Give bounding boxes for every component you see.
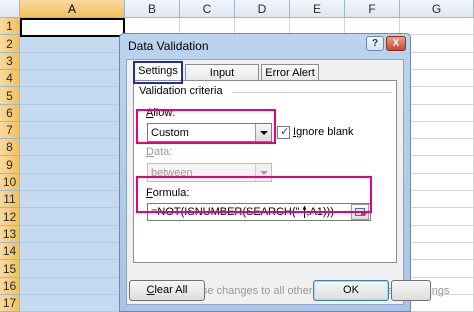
row-header-5[interactable]: 5 [0,87,20,105]
cell[interactable] [20,191,125,208]
data-label: Data: [146,146,173,158]
checkmark-icon: ✓ [280,126,290,138]
active-cell-a1[interactable] [20,18,125,37]
data-dropdown-button[interactable] [255,164,271,181]
column-header-d[interactable]: D [235,0,290,18]
cell[interactable] [20,295,125,312]
cell[interactable] [400,139,474,156]
help-button[interactable]: ? [366,36,384,51]
cell[interactable] [20,87,125,105]
row-header-15[interactable]: 15 [0,260,20,278]
cell[interactable] [20,53,125,70]
row-header-10[interactable]: 10 [0,174,20,191]
tab-error-alert[interactable]: Error Alert [261,64,319,81]
tab-input-message[interactable]: Input Message [185,64,259,95]
column-header-f[interactable]: F [345,0,400,18]
chevron-down-icon [260,171,268,175]
cell[interactable] [400,156,474,174]
clear-all-button[interactable]: Clear All [129,280,205,301]
cell[interactable] [400,260,474,278]
row-header-13[interactable]: 13 [0,226,20,243]
cell[interactable] [400,191,474,208]
dialog-title: Data Validation [128,39,209,53]
ignore-blank-label[interactable]: Ignore blank [293,126,354,138]
allow-dropdown[interactable]: Custom [147,123,272,142]
row-header-1[interactable]: 1 [0,18,20,35]
cell[interactable] [400,105,474,122]
column-header-a[interactable]: A [20,0,125,18]
tab-settings[interactable]: Settings [133,62,183,81]
row-header-6[interactable]: 6 [0,105,20,122]
data-validation-dialog: Data Validation ? X Settings Input Messa… [119,33,450,312]
range-select-icon-arrow [361,211,366,215]
formula-input[interactable]: =NOT(ISNUMBER(SEARCH(" ",A1))) [147,203,371,221]
row-header-3[interactable]: 3 [0,53,20,70]
allow-label: Allow: [146,107,176,119]
validation-criteria-label: Validation criteria [139,85,223,97]
column-header-e[interactable]: E [290,0,345,18]
close-button[interactable]: X [386,36,406,51]
dialog-titlebar[interactable]: Data Validation ? X [120,34,410,58]
cell[interactable] [400,174,474,191]
collapse-dialog-button[interactable] [351,204,369,220]
settings-panel: Validation criteria Allow: Custom ✓ Igno… [133,80,397,263]
cell[interactable] [20,278,125,295]
cell[interactable] [400,243,474,260]
row-header-12[interactable]: 12 [0,208,20,226]
allow-dropdown-value: Custom [151,127,189,139]
row-header-9[interactable]: 9 [0,156,20,174]
data-dropdown-value: between [151,167,193,179]
allow-dropdown-button[interactable] [255,124,271,141]
formula-label: Formula: [146,187,190,199]
close-icon: X [392,38,400,49]
cell[interactable] [20,122,125,139]
cell[interactable] [20,35,125,53]
data-dropdown[interactable]: between [147,163,272,182]
cell[interactable] [400,122,474,139]
help-icon: ? [371,38,379,49]
cell[interactable] [20,139,125,156]
cell[interactable] [20,208,125,226]
cell[interactable] [400,70,474,87]
chevron-down-icon [260,131,268,135]
row-header-8[interactable]: 8 [0,139,20,156]
column-header-c[interactable]: C [180,0,235,18]
row-header-17[interactable]: 17 [0,295,20,312]
cell[interactable] [400,35,474,53]
cell[interactable] [20,260,125,278]
text-cursor [304,206,305,218]
dialog-client-area: Settings Input Message Error Alert Valid… [126,59,450,305]
row-header-4[interactable]: 4 [0,70,20,87]
cell[interactable] [20,174,125,191]
row-header-14[interactable]: 14 [0,243,20,260]
cell[interactable] [400,87,474,105]
formula-input-value: =NOT(ISNUMBER(SEARCH(" ",A1))) [151,206,334,218]
cell[interactable] [20,105,125,122]
cell[interactable] [400,18,474,35]
select-all-corner[interactable] [0,0,20,18]
cell[interactable] [20,226,125,243]
cell[interactable] [400,53,474,70]
cell[interactable] [20,70,125,87]
row-header-7[interactable]: 7 [0,122,20,139]
ignore-blank-checkbox[interactable]: ✓ [277,126,290,139]
cancel-button[interactable] [391,280,431,301]
ok-button[interactable]: OK [313,280,389,301]
column-header-g[interactable]: G [400,0,474,18]
row-header-16[interactable]: 16 [0,278,20,295]
row-header-2[interactable]: 2 [0,35,20,53]
section-separator [232,92,392,93]
column-header-b[interactable]: B [125,0,180,18]
cell[interactable] [20,243,125,260]
row-header-11[interactable]: 11 [0,191,20,208]
cell[interactable] [400,208,474,226]
cell[interactable] [400,226,474,243]
cell[interactable] [20,156,125,174]
